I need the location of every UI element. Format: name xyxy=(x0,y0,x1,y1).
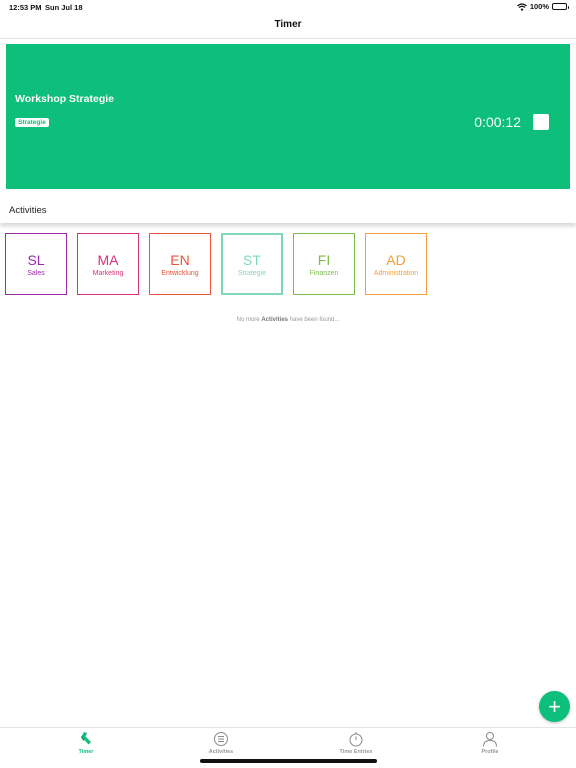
battery-icon xyxy=(552,3,569,10)
activity-label: Sales xyxy=(27,269,45,277)
add-button[interactable]: + xyxy=(539,691,570,722)
activity-abbr: SL xyxy=(27,251,45,268)
activity-label: Administration xyxy=(373,269,419,277)
activity-tile-administration[interactable]: AD Administration xyxy=(365,233,427,295)
activity-tile-finanzen[interactable]: FI Finanzen xyxy=(293,233,355,295)
status-time: 12:53 PM xyxy=(9,3,42,12)
tab-time-entries[interactable]: Time Entries xyxy=(316,731,396,755)
stop-timer-button[interactable] xyxy=(533,114,549,130)
stopwatch-icon xyxy=(349,732,363,747)
empty-list-note: No more Activities have been found... xyxy=(236,317,340,323)
activity-tile-strategie[interactable]: ST Strategie xyxy=(221,233,283,295)
running-activity-name: Workshop Strategie xyxy=(15,93,114,105)
activities-section-title: Activities xyxy=(9,205,47,216)
activity-tile-marketing[interactable]: MA Marketing xyxy=(77,233,139,295)
tab-activities[interactable]: Activities xyxy=(181,731,261,755)
list-icon xyxy=(214,732,228,746)
activity-abbr: MA xyxy=(97,251,119,268)
status-right: 100% xyxy=(516,2,569,11)
home-indicator xyxy=(200,759,377,763)
running-activity-tag: Strategie xyxy=(15,118,49,127)
tab-label: Timer xyxy=(78,749,94,755)
status-bar: 12:53 PM Sun Jul 18 100% xyxy=(0,0,576,14)
tab-label: Profile xyxy=(481,749,499,755)
elapsed-time: 0:00:12 xyxy=(474,114,521,130)
tab-label: Activities xyxy=(208,749,234,755)
activity-abbr: ST xyxy=(243,251,261,268)
tab-timer[interactable]: Timer xyxy=(46,731,126,755)
battery-percent: 100% xyxy=(529,2,549,11)
activity-tile-sales[interactable]: SL Sales xyxy=(5,233,67,295)
tab-label: Time Entries xyxy=(339,749,373,755)
activity-abbr: EN xyxy=(170,251,190,268)
page-title: Timer xyxy=(274,19,302,30)
timer-icon xyxy=(80,732,91,745)
activity-abbr: FI xyxy=(317,251,331,268)
status-date: Sun Jul 18 xyxy=(45,3,83,12)
nav-divider xyxy=(0,38,576,39)
activity-tiles: SL Sales MA Marketing EN Entwicklung ST … xyxy=(5,233,427,295)
wifi-icon xyxy=(516,2,527,11)
activity-label: Strategie xyxy=(237,269,267,277)
tab-profile[interactable]: Profile xyxy=(450,731,530,755)
activity-tile-entwicklung[interactable]: EN Entwicklung xyxy=(149,233,211,295)
activity-label: Entwicklung xyxy=(161,269,199,277)
activity-label: Marketing xyxy=(92,269,124,277)
plus-icon: + xyxy=(548,694,561,719)
running-timer-card[interactable]: Workshop Strategie Strategie 0:00:12 xyxy=(6,44,570,189)
activity-label: Finanzen xyxy=(309,269,339,277)
activities-section-header: Activities xyxy=(0,197,576,223)
activity-abbr: AD xyxy=(386,251,406,268)
person-icon xyxy=(483,732,497,747)
